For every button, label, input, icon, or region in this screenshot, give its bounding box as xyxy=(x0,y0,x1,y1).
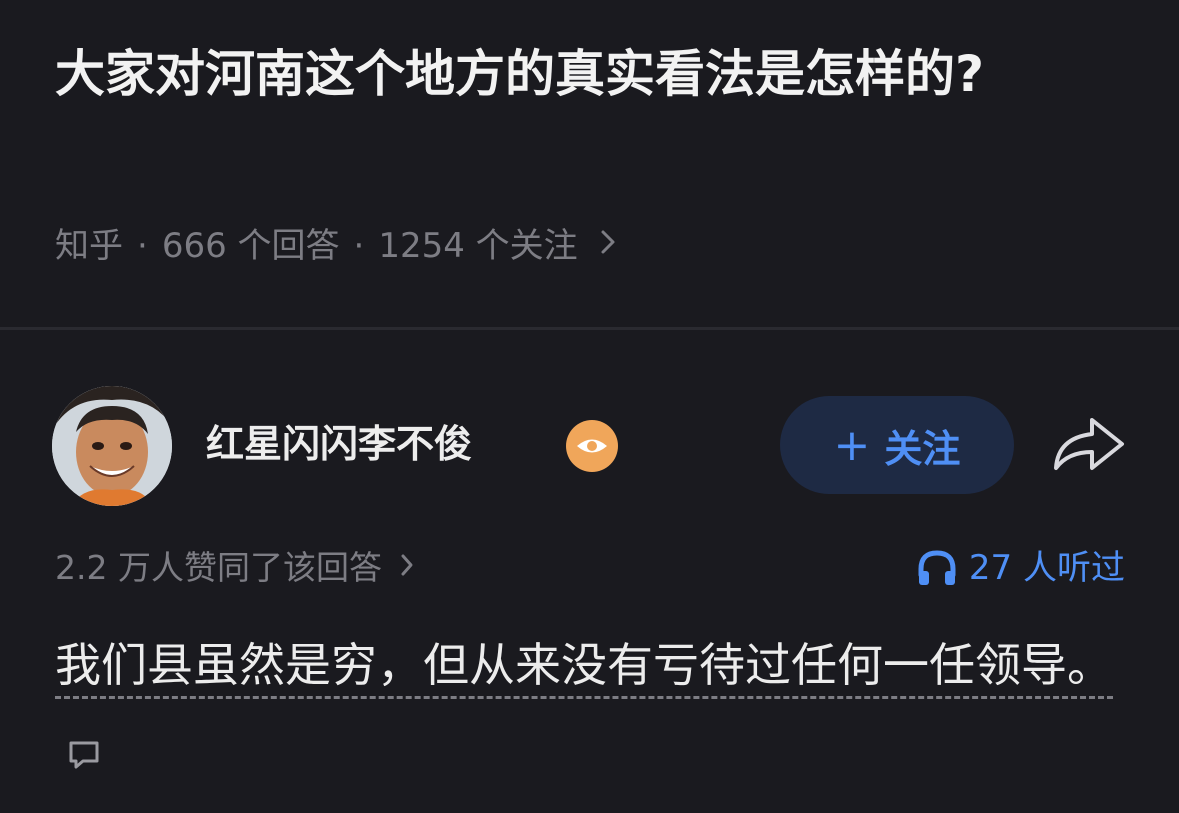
chevron-right-icon xyxy=(400,540,414,596)
answer-content[interactable]: 我们县虽然是穷，但从来没有亏待过任何一任领导。 xyxy=(55,622,1125,794)
answer-text: 我们县虽然是穷，但从来没有亏待过任何一任领导。 xyxy=(55,638,1113,699)
follower-count: 1254 个关注 xyxy=(378,226,578,266)
headphones-icon xyxy=(918,550,956,585)
zhihu-answer-page: 大家对河南这个地方的真实看法是怎样的? 知乎 · 666 个回答 · 1254 … xyxy=(0,0,1179,813)
upvote-summary[interactable]: 2.2 万人赞同了该回答 xyxy=(55,540,414,596)
upvote-count: 2.2 万人赞同了该回答 xyxy=(55,548,382,587)
plus-icon: + xyxy=(833,419,871,471)
question-title[interactable]: 大家对河南这个地方的真实看法是怎样的? xyxy=(55,36,1135,112)
meta-separator: · xyxy=(137,226,148,266)
comment-bubble-icon[interactable] xyxy=(67,739,101,771)
chevron-right-icon xyxy=(600,218,616,274)
eye-icon xyxy=(566,420,618,472)
section-divider xyxy=(0,327,1179,330)
author-name[interactable]: 红星闪闪李不俊 xyxy=(206,416,472,472)
avatar[interactable] xyxy=(52,386,172,506)
answer-count: 666 个回答 xyxy=(161,226,340,266)
meta-separator: · xyxy=(353,226,365,266)
follow-button[interactable]: + 关注 xyxy=(780,396,1014,494)
question-meta[interactable]: 知乎 · 666 个回答 · 1254 个关注 xyxy=(55,218,616,274)
source-label: 知乎 xyxy=(55,226,123,266)
follow-label: 关注 xyxy=(884,426,961,471)
share-arrow-icon[interactable] xyxy=(1050,412,1128,476)
listen-count[interactable]: 27 人听过 xyxy=(917,540,1125,596)
listen-count-label: 27 人听过 xyxy=(968,548,1125,588)
